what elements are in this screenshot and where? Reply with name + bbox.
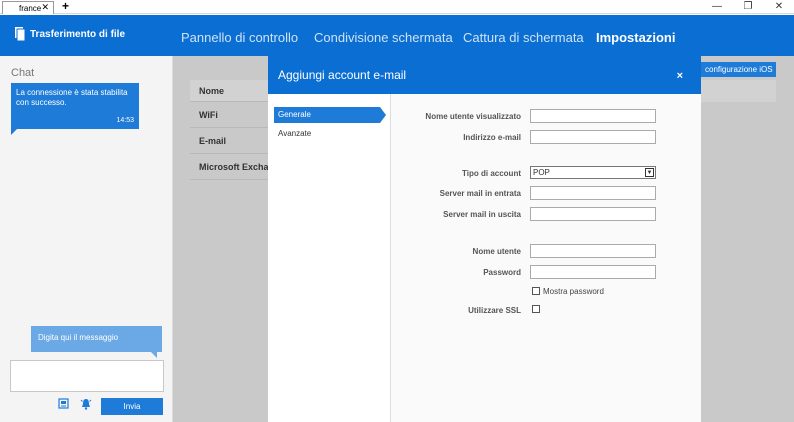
chat-message-input[interactable] (10, 360, 164, 392)
title-bar: france ✕ + — ❐ ✕ (0, 0, 794, 14)
ssl-label: Utilizzare SSL (468, 306, 521, 315)
background-profile-table: Nome WiFi E-mail Microsoft Exchange (190, 80, 268, 180)
password-label: Password (483, 268, 521, 277)
nav-condivisione-schermata[interactable]: Condivisione schermata (314, 30, 453, 45)
chat-title: Chat (11, 67, 35, 79)
tab-generale[interactable]: Generale (274, 107, 386, 123)
table-header-name: Nome (190, 80, 268, 102)
ssl-checkbox[interactable] (532, 305, 540, 313)
chat-message-time: 14:53 (116, 117, 134, 124)
account-type-label: Tipo di account (462, 169, 521, 178)
email-label: Indirizzo e-mail (463, 133, 521, 142)
username-input[interactable] (530, 244, 656, 258)
nav-cattura-di-schermata[interactable]: Cattura di schermata (463, 30, 584, 45)
browser-tab[interactable]: france ✕ (2, 1, 54, 14)
show-password-label: Mostra password (543, 287, 604, 296)
ios-configuration-button: configurazione iOS (701, 62, 776, 77)
tab-avanzate[interactable]: Avanzate (274, 126, 380, 142)
top-navigation: Trasferimento di file Pannello di contro… (0, 15, 794, 56)
send-button[interactable]: Invia (101, 398, 163, 415)
email-input[interactable] (530, 130, 656, 144)
table-header-extension (701, 80, 776, 102)
chat-panel: Chat La connessione è stata stabilita co… (0, 56, 173, 422)
chat-message-text: La connessione è stata stabilita con suc… (16, 88, 128, 107)
file-transfer-button[interactable]: Trasferimento di file (15, 27, 125, 41)
account-type-select[interactable]: POP ▼ (530, 166, 656, 179)
outgoing-server-input[interactable] (530, 207, 656, 221)
alarm-bell-icon[interactable] (80, 398, 92, 410)
password-input[interactable] (530, 265, 656, 279)
tab-close-icon[interactable]: ✕ (41, 2, 49, 13)
new-tab-icon[interactable]: + (62, 0, 69, 13)
account-type-value: POP (533, 168, 550, 177)
username-label: Nome utente (472, 247, 521, 256)
window-close-icon[interactable]: ✕ (772, 0, 786, 14)
show-password-checkbox[interactable] (532, 287, 540, 295)
display-name-label: Nome utente visualizzato (425, 112, 521, 121)
table-row: WiFi (190, 102, 268, 128)
nav-impostazioni[interactable]: Impostazioni (596, 30, 675, 45)
file-transfer-icon (15, 27, 25, 41)
dialog-form: Nome utente visualizzato Indirizzo e-mai… (391, 94, 701, 422)
dialog-header: Aggiungi account e-mail × (268, 56, 701, 94)
chevron-down-icon: ▼ (645, 168, 654, 177)
table-row: E-mail (190, 128, 268, 154)
brand-label: Trasferimento di file (30, 28, 126, 40)
display-name-input[interactable] (530, 109, 656, 123)
tab-title: france (19, 3, 42, 13)
minimize-icon[interactable]: — (710, 0, 724, 14)
chat-input-hint: Digita qui il messaggio (31, 326, 162, 358)
restore-icon[interactable]: ❐ (741, 0, 755, 14)
table-row: Microsoft Exchange (190, 154, 268, 180)
chat-message-bubble: La connessione è stata stabilita con suc… (11, 83, 139, 135)
incoming-server-input[interactable] (530, 186, 656, 200)
nav-pannello-di-controllo[interactable]: Pannello di controllo (181, 30, 298, 45)
dialog-side-nav: Generale Avanzate (268, 94, 391, 422)
file-attach-icon[interactable] (58, 398, 70, 410)
dialog-title: Aggiungi account e-mail (278, 68, 407, 82)
add-email-account-dialog: Aggiungi account e-mail × Generale Avanz… (268, 56, 701, 422)
incoming-server-label: Server mail in entrata (439, 189, 521, 198)
outgoing-server-label: Server mail in uscita (443, 210, 521, 219)
dialog-close-icon[interactable]: × (677, 70, 683, 82)
